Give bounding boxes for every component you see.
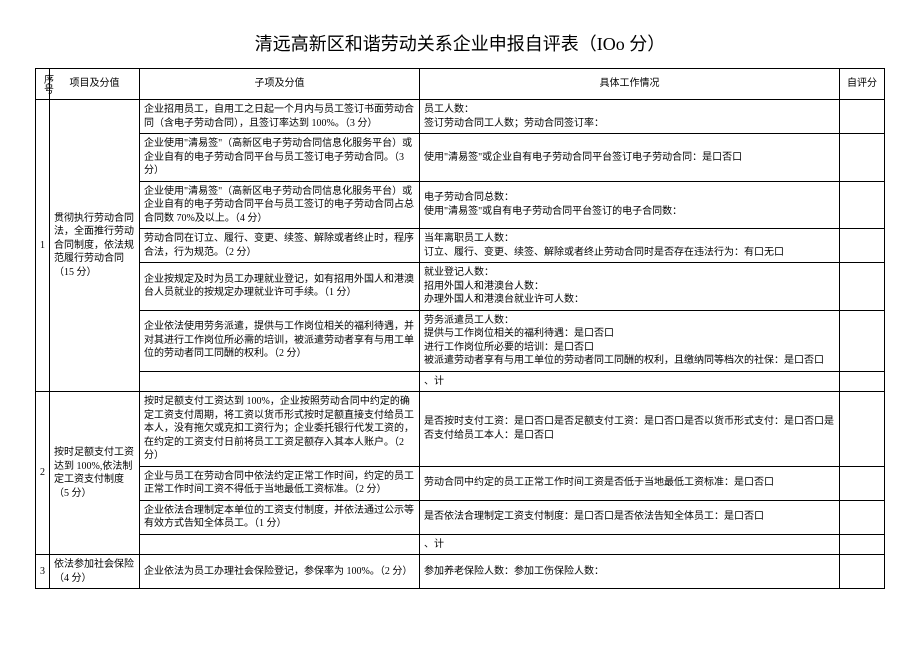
score-cell[interactable]: [840, 134, 885, 182]
subitem-cell: 企业依法合理制定本单位的工资支付制度，并依法通过公示等有效方式告知全体员工。（1…: [140, 500, 420, 534]
header-work: 具体工作情况: [420, 69, 840, 100]
work-cell: 劳动合同中约定的员工正常工作时间工资是否低于当地最低工资标准：是口否口: [420, 466, 840, 500]
seq-cell: 3: [36, 555, 50, 589]
work-cell: 当年离职员工人数： 订立、履行、变更、续签、解除或者终止劳动合同时是否存在违法行…: [420, 229, 840, 263]
table-row: 企业使用"清易签"（高新区电子劳动合同信息化服务平台）或企业自有的电子劳动合同平…: [36, 181, 885, 229]
table-row: 劳动合同在订立、履行、变更、续签、解除或者终止时，程序合法，行为规范。（2 分）…: [36, 229, 885, 263]
subitem-cell: 企业与员工在劳动合同中依法约定正常工作时间，约定的员工正常工作时间工资不得低于当…: [140, 466, 420, 500]
work-cell: 劳务派遣员工人数： 提供与工作岗位相关的福利待遇：是口否口 进行工作岗位所必要的…: [420, 310, 840, 371]
subitem-cell: 企业使用"清易签"（高新区电子劳动合同信息化服务平台）或企业自有的电子劳动合同平…: [140, 181, 420, 229]
subitem-cell: 企业依法使用劳务派遣，提供与工作岗位相关的福利待遇，并对其进行工作岗位所必需的培…: [140, 310, 420, 371]
seq-cell: 1: [36, 100, 50, 392]
project-cell: 按时足额支付工资达到 100%,依法制定工资支付制度（5 分）: [50, 392, 140, 555]
table-row: 企业使用"清易签"（高新区电子劳动合同信息化服务平台）或企业自有的电子劳动合同平…: [36, 134, 885, 182]
work-cell: 是否依法合理制定工资支付制度：是口否口是否依法告知全体员工：是口否口: [420, 500, 840, 534]
table-row: 企业依法使用劳务派遣，提供与工作岗位相关的福利待遇，并对其进行工作岗位所必需的培…: [36, 310, 885, 371]
work-cell: 就业登记人数： 招用外国人和港澳台人数： 办理外国人和港澳台就业许可人数：: [420, 263, 840, 311]
score-cell[interactable]: [840, 466, 885, 500]
evaluation-table: 序号 项目及分值 子项及分值 具体工作情况 自评分 1贯彻执行劳动合同法，全面推…: [35, 68, 885, 589]
score-cell[interactable]: [840, 229, 885, 263]
header-seq: 序号: [36, 69, 50, 100]
project-cell: 贯彻执行劳动合同法，全面推行劳动合同制度，依法规范履行劳动合同（15 分）: [50, 100, 140, 392]
work-cell: 、计: [420, 371, 840, 392]
table-row: 企业按规定及时为员工办理就业登记，如有招用外国人和港澳台人员就业的按规定办理就业…: [36, 263, 885, 311]
subitem-cell: 企业按规定及时为员工办理就业登记，如有招用外国人和港澳台人员就业的按规定办理就业…: [140, 263, 420, 311]
subitem-cell: [140, 534, 420, 555]
score-cell[interactable]: [840, 534, 885, 555]
score-cell[interactable]: [840, 181, 885, 229]
work-cell: 电子劳动合同总数： 使用"清易签"或自有电子劳动合同平台签订的电子合同数：: [420, 181, 840, 229]
work-cell: 是否按时支付工资：是口否口是否足额支付工资：是口否口是否以货币形式支付：是口否口…: [420, 392, 840, 467]
header-project: 项目及分值: [50, 69, 140, 100]
work-cell: 员工人数： 签订劳动合同工人数；劳动合同签订率：: [420, 100, 840, 134]
table-row: 、计: [36, 534, 885, 555]
score-cell[interactable]: [840, 263, 885, 311]
score-cell[interactable]: [840, 371, 885, 392]
table-row: 企业依法合理制定本单位的工资支付制度，并依法通过公示等有效方式告知全体员工。（1…: [36, 500, 885, 534]
seq-cell: 2: [36, 392, 50, 555]
work-cell: 、计: [420, 534, 840, 555]
table-row: 企业与员工在劳动合同中依法约定正常工作时间，约定的员工正常工作时间工资不得低于当…: [36, 466, 885, 500]
subitem-cell: 按时足额支付工资达到 100%，企业按照劳动合同中约定的确定工资支付周期，将工资…: [140, 392, 420, 467]
table-row: 、计: [36, 371, 885, 392]
score-cell[interactable]: [840, 500, 885, 534]
subitem-cell: 劳动合同在订立、履行、变更、续签、解除或者终止时，程序合法，行为规范。（2 分）: [140, 229, 420, 263]
score-cell[interactable]: [840, 310, 885, 371]
subitem-cell: 企业使用"清易签"（高新区电子劳动合同信息化服务平台）或企业自有的电子劳动合同平…: [140, 134, 420, 182]
project-cell: 依法参加社会保险（4 分）: [50, 555, 140, 589]
score-cell[interactable]: [840, 392, 885, 467]
work-cell: 使用"清易签"或企业自有电子劳动合同平台签订电子劳动合同：是口否口: [420, 134, 840, 182]
score-cell[interactable]: [840, 555, 885, 589]
subitem-cell: 企业招用员工，自用工之日起一个月内与员工签订书面劳动合同（含电子劳动合同），且签…: [140, 100, 420, 134]
header-score: 自评分: [840, 69, 885, 100]
table-row: 1贯彻执行劳动合同法，全面推行劳动合同制度，依法规范履行劳动合同（15 分）企业…: [36, 100, 885, 134]
header-subitem: 子项及分值: [140, 69, 420, 100]
subitem-cell: 企业依法为员工办理社会保险登记，参保率为 100%。（2 分）: [140, 555, 420, 589]
work-cell: 参加养老保险人数：参加工伤保险人数：: [420, 555, 840, 589]
table-row: 3依法参加社会保险（4 分）企业依法为员工办理社会保险登记，参保率为 100%。…: [36, 555, 885, 589]
page-title: 清远高新区和谐劳动关系企业申报自评表（IOo 分）: [35, 30, 885, 56]
score-cell[interactable]: [840, 100, 885, 134]
table-row: 2按时足额支付工资达到 100%,依法制定工资支付制度（5 分）按时足额支付工资…: [36, 392, 885, 467]
subitem-cell: [140, 371, 420, 392]
